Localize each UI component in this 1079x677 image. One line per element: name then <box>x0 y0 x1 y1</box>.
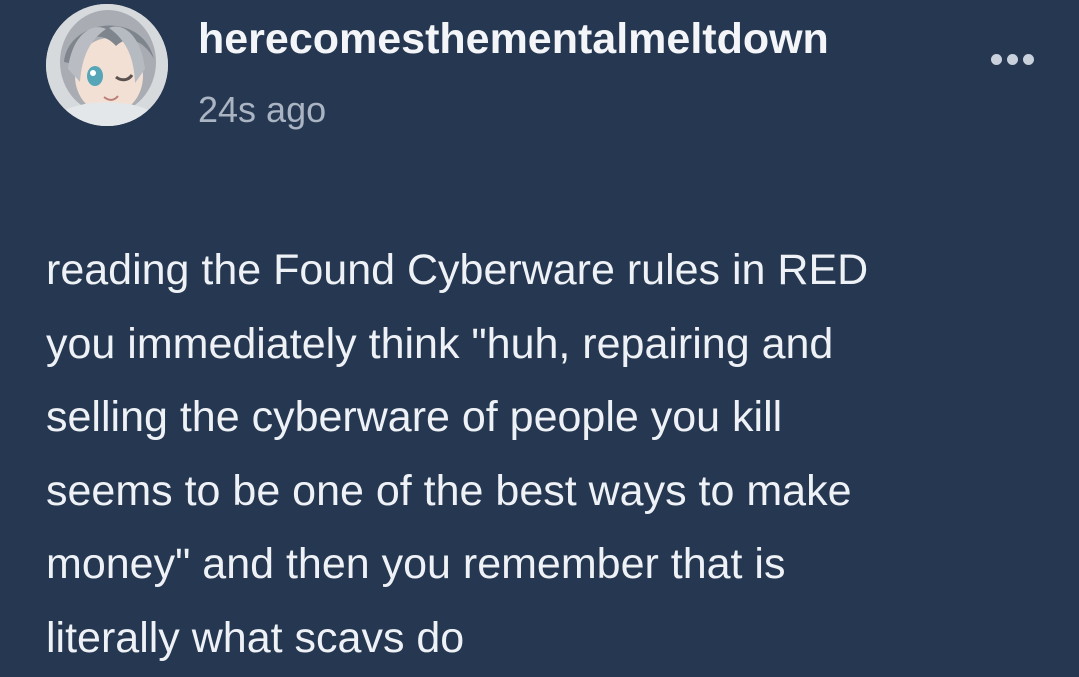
post-body-line: money" and then you remember that is <box>46 540 786 588</box>
anime-avatar-icon <box>46 4 168 126</box>
post-card: herecomesthementalmeltdown 24s ago readi… <box>0 0 1079 677</box>
post-timestamp[interactable]: 24s ago <box>198 88 326 132</box>
post-body-line: reading the Found Cyberware rules in RED <box>46 246 869 294</box>
post-body: reading the Found Cyberware rules in RED… <box>46 234 1046 675</box>
more-horizontal-icon-dot-2 <box>1006 53 1018 65</box>
author-avatar[interactable] <box>46 4 168 126</box>
more-horizontal-icon-dot-3 <box>1022 53 1034 65</box>
post-body-line: selling the cyberware of people you kill <box>46 393 783 441</box>
more-options-button[interactable] <box>984 44 1040 74</box>
post-body-line: seems to be one of the best ways to make <box>46 466 852 515</box>
post-body-line: you immediately think "huh, repairing an… <box>46 319 834 368</box>
post-body-line: literally what scavs do <box>46 613 465 662</box>
author-username[interactable]: herecomesthementalmeltdown <box>198 14 829 64</box>
more-horizontal-icon-dot-1 <box>990 53 1002 65</box>
